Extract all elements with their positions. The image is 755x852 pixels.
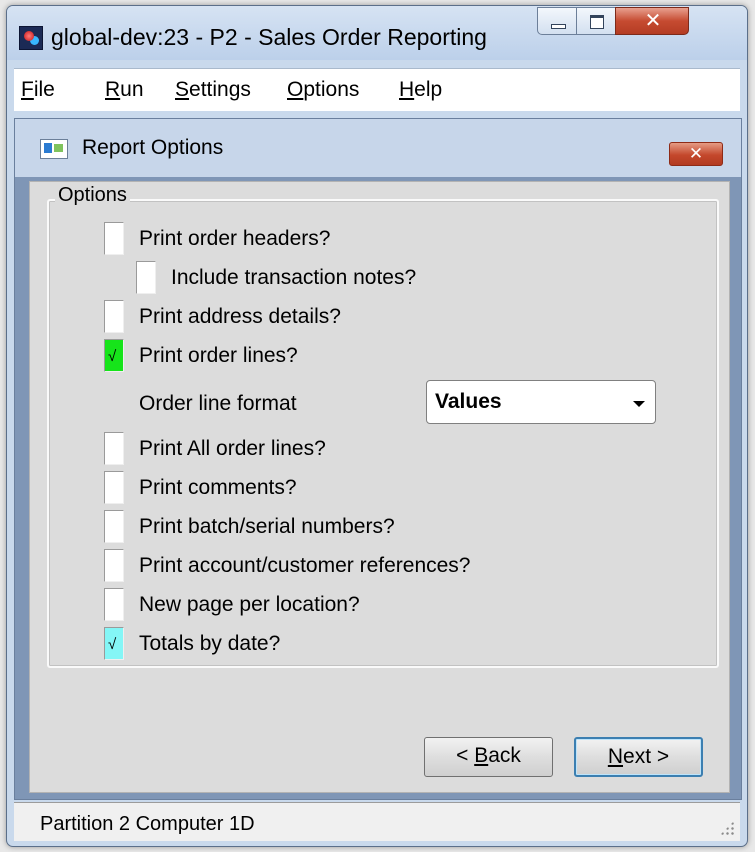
label-print-batch-serial-numbers: Print batch/serial numbers? — [139, 515, 395, 538]
label-print-all-order-lines: Print All order lines? — [139, 437, 326, 460]
window-title: global-dev:23 - P2 - Sales Order Reporti… — [51, 24, 487, 50]
minimize-icon — [551, 24, 566, 29]
label-print-account-customer-references: Print account/customer references? — [139, 554, 471, 577]
checkbox-print-batch-serial-numbers[interactable] — [104, 510, 124, 543]
status-bar: Partition 2 Computer 1D — [14, 802, 740, 841]
chevron-down-icon — [633, 401, 645, 407]
checkbox-totals-by-date[interactable]: √ — [104, 627, 124, 660]
menu-bar: File Run Settings Options Help — [14, 68, 740, 111]
checkbox-print-order-lines[interactable]: √ — [104, 339, 124, 372]
next-button-label: ext > — [623, 745, 670, 768]
label-new-page-per-location: New page per location? — [139, 593, 360, 616]
checkbox-print-account-customer-references[interactable] — [104, 549, 124, 582]
close-button[interactable]: ✕ — [615, 7, 689, 35]
label-print-address-details: Print address details? — [139, 305, 341, 328]
menu-help-label: elp — [414, 78, 443, 101]
close-icon: ✕ — [644, 10, 662, 32]
app-window: global-dev:23 - P2 - Sales Order Reporti… — [6, 5, 748, 847]
next-button[interactable]: Next > — [574, 737, 703, 777]
checkmark-icon: √ — [108, 348, 117, 365]
label-totals-by-date: Totals by date? — [139, 632, 281, 655]
checkbox-print-address-details[interactable] — [104, 300, 124, 333]
label-order-line-format: Order line format — [139, 392, 297, 415]
checkmark-icon: √ — [108, 636, 117, 653]
close-icon: ✕ — [688, 144, 704, 163]
maximize-icon — [590, 15, 604, 29]
window-controls: ✕ — [537, 7, 741, 37]
resize-grip-icon[interactable] — [720, 821, 734, 835]
menu-run[interactable]: Run — [105, 78, 144, 102]
back-button-prefix: < — [456, 744, 475, 767]
back-button-label: ack — [488, 744, 521, 767]
label-print-order-headers: Print order headers? — [139, 227, 331, 250]
label-print-order-lines: Print order lines? — [139, 344, 298, 367]
status-text: Partition 2 Computer 1D — [40, 813, 255, 835]
report-icon — [40, 139, 68, 159]
menu-file-label: ile — [33, 78, 55, 101]
menu-options-accel: O — [287, 78, 304, 101]
menu-settings-accel: S — [175, 78, 190, 101]
label-include-transaction-notes: Include transaction notes? — [171, 266, 417, 289]
order-line-format-select[interactable]: Values — [426, 380, 656, 424]
menu-options-label: ptions — [303, 78, 360, 101]
menu-settings[interactable]: Settings — [175, 78, 251, 102]
options-group-legend: Options — [55, 184, 130, 207]
panel-close-button[interactable]: ✕ — [669, 142, 723, 166]
report-options-panel: Report Options ✕ Options Print order hea… — [14, 118, 742, 800]
menu-run-accel: R — [105, 78, 121, 101]
checkbox-print-comments[interactable] — [104, 471, 124, 504]
panel-title: Report Options — [82, 136, 224, 159]
back-button-accel: B — [474, 744, 489, 767]
app-icon[interactable] — [19, 26, 43, 50]
checkbox-print-all-order-lines[interactable] — [104, 432, 124, 465]
menu-help-accel: H — [399, 78, 415, 101]
minimize-button[interactable] — [537, 7, 577, 35]
back-button[interactable]: < Back — [424, 737, 553, 777]
next-button-accel: N — [607, 745, 624, 768]
panel-content: Options Print order headers? Include tra… — [29, 181, 730, 793]
order-line-format-value: Values — [435, 390, 502, 413]
checkbox-include-transaction-notes[interactable] — [136, 261, 156, 294]
menu-settings-label: ettings — [189, 78, 251, 101]
menu-run-label: un — [120, 78, 144, 101]
maximize-button[interactable] — [576, 7, 616, 35]
menu-file[interactable]: File — [21, 78, 55, 102]
checkbox-print-order-headers[interactable] — [104, 222, 124, 255]
label-print-comments: Print comments? — [139, 476, 297, 499]
menu-help[interactable]: Help — [399, 78, 442, 102]
menu-options[interactable]: Options — [287, 78, 359, 102]
title-bar[interactable]: global-dev:23 - P2 - Sales Order Reporti… — [7, 6, 747, 60]
checkbox-new-page-per-location[interactable] — [104, 588, 124, 621]
menu-file-accel: F — [21, 78, 34, 101]
panel-header: Report Options ✕ — [15, 119, 741, 177]
